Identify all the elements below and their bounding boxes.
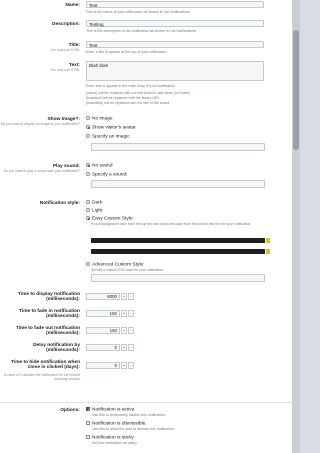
radio-icon[interactable] [86, 200, 91, 205]
image-url-input[interactable] [91, 143, 265, 151]
fade-out-minus-button[interactable]: - [128, 327, 134, 334]
option-dismissible-hint: Use this to allow the user to dismiss th… [92, 427, 175, 431]
style-label: Notification style: [39, 201, 80, 206]
fade-in-plus-button[interactable]: + [121, 310, 127, 317]
option-sticky-hint: Set this notification as sticky [92, 441, 137, 445]
delay-minus-button[interactable]: - [128, 344, 134, 351]
radio-selected-icon[interactable] [86, 216, 91, 221]
hide-days-minus-button[interactable]: - [128, 362, 134, 369]
checkbox-icon[interactable] [86, 435, 91, 440]
option-dismissible[interactable]: Notification is dismissible. [86, 421, 147, 427]
style-option-easy[interactable]: Easy Custom Style: [86, 216, 134, 222]
name-hint: This is the name of your notification as… [86, 10, 191, 14]
text-color-picker[interactable] [91, 249, 265, 254]
style-option-light[interactable]: Light [86, 208, 102, 214]
text-hint-boardtitle: {boardtitle} will be replaced with the t… [86, 101, 171, 105]
options-label: Options: [60, 408, 80, 413]
notification-form: Name: Test This is the name of your noti… [0, 0, 292, 453]
advanced-style-hint: Specify a custom CSS class for your noti… [91, 268, 164, 272]
fade-in-minus-button[interactable]: - [128, 310, 134, 317]
fade-out-label: Time to fade out notification (milliseco… [15, 326, 80, 337]
custom-css-input[interactable] [91, 274, 265, 282]
option-active-hint: Use this to temporarily disable this not… [92, 413, 165, 417]
easy-style-hint: Pick a background color from the top tex… [91, 222, 252, 226]
play-sound-note: Do you want to play a sound with your no… [3, 169, 80, 173]
background-color-swatch[interactable] [266, 238, 270, 243]
hide-days-input[interactable]: 0 [86, 362, 120, 369]
image-option-none[interactable]: No image [86, 116, 113, 122]
delay-plus-button[interactable]: + [121, 344, 127, 351]
description-input[interactable]: Testing [86, 20, 264, 27]
image-option-specify[interactable]: Specify an image: [86, 134, 130, 140]
radio-icon[interactable] [86, 172, 91, 177]
background-color-picker[interactable] [91, 238, 265, 243]
description-label: Description: [52, 22, 80, 27]
show-image-note: Do you want to display an image in your … [0, 122, 80, 126]
display-time-label: Time to display notification (millisecon… [17, 292, 80, 303]
delay-input[interactable]: 0 [86, 344, 120, 351]
section-divider [0, 402, 292, 403]
fade-out-plus-button[interactable]: + [121, 327, 127, 334]
scrollbar-thumb[interactable] [293, 30, 299, 150]
hide-days-label: Time to hide notification when close is … [11, 360, 80, 371]
text-textarea[interactable]: Blah blah [86, 61, 264, 81]
style-option-dark[interactable]: Dark [86, 200, 102, 206]
title-note: You may use HTML [50, 48, 80, 52]
hide-days-plus-button[interactable]: + [121, 362, 127, 369]
text-note: You may use HTML [50, 68, 80, 72]
radio-icon[interactable] [86, 134, 91, 139]
display-time-input[interactable]: 6000 [86, 293, 120, 300]
description-hint: This is the description of the notificat… [86, 29, 198, 33]
radio-icon[interactable] [86, 208, 91, 213]
fade-out-input[interactable]: 150 [86, 327, 120, 334]
title-input[interactable]: Test [86, 41, 264, 48]
display-time-minus-button[interactable]: - [128, 293, 134, 300]
fade-in-input[interactable]: 150 [86, 310, 120, 317]
name-input[interactable]: Test [86, 1, 264, 8]
display-time-plus-button[interactable]: + [121, 293, 127, 300]
text-hint: Enter text to appear in the main body of… [86, 84, 177, 88]
checkbox-icon[interactable] [86, 421, 91, 426]
vertical-scrollbar[interactable] [292, 0, 300, 453]
text-hint-name: {name} will be replaced with current vis… [86, 91, 191, 95]
image-option-avatar[interactable]: Show visitor's avatar [86, 125, 136, 131]
sound-url-input[interactable] [91, 180, 265, 188]
radio-icon[interactable] [86, 262, 91, 267]
delay-label: Delay notification by (milliseconds): [33, 343, 80, 354]
checkbox-checked-icon[interactable] [86, 407, 91, 412]
radio-selected-icon[interactable] [86, 163, 91, 168]
text-hint-boardurl: {boardurl} will be replaced with the Boa… [86, 96, 161, 100]
fade-in-label: Time to fade in notification (millisecon… [19, 309, 80, 320]
sound-option-none[interactable]: No sound [86, 163, 113, 169]
hide-days-note: A value of 0 disables the notification f… [3, 373, 80, 381]
text-color-swatch[interactable] [266, 249, 270, 254]
option-active[interactable]: Notification is active [86, 407, 134, 413]
title-hint: Enter a title to appear at the top of yo… [86, 50, 168, 54]
radio-icon[interactable] [86, 116, 91, 121]
option-sticky[interactable]: Notification is sticky [86, 435, 134, 441]
sound-option-specify[interactable]: Specify a sound: [86, 172, 127, 178]
name-label: Name: [65, 3, 80, 8]
radio-selected-icon[interactable] [86, 125, 91, 130]
style-option-advanced[interactable]: Advanced Custom Style: [86, 262, 145, 268]
